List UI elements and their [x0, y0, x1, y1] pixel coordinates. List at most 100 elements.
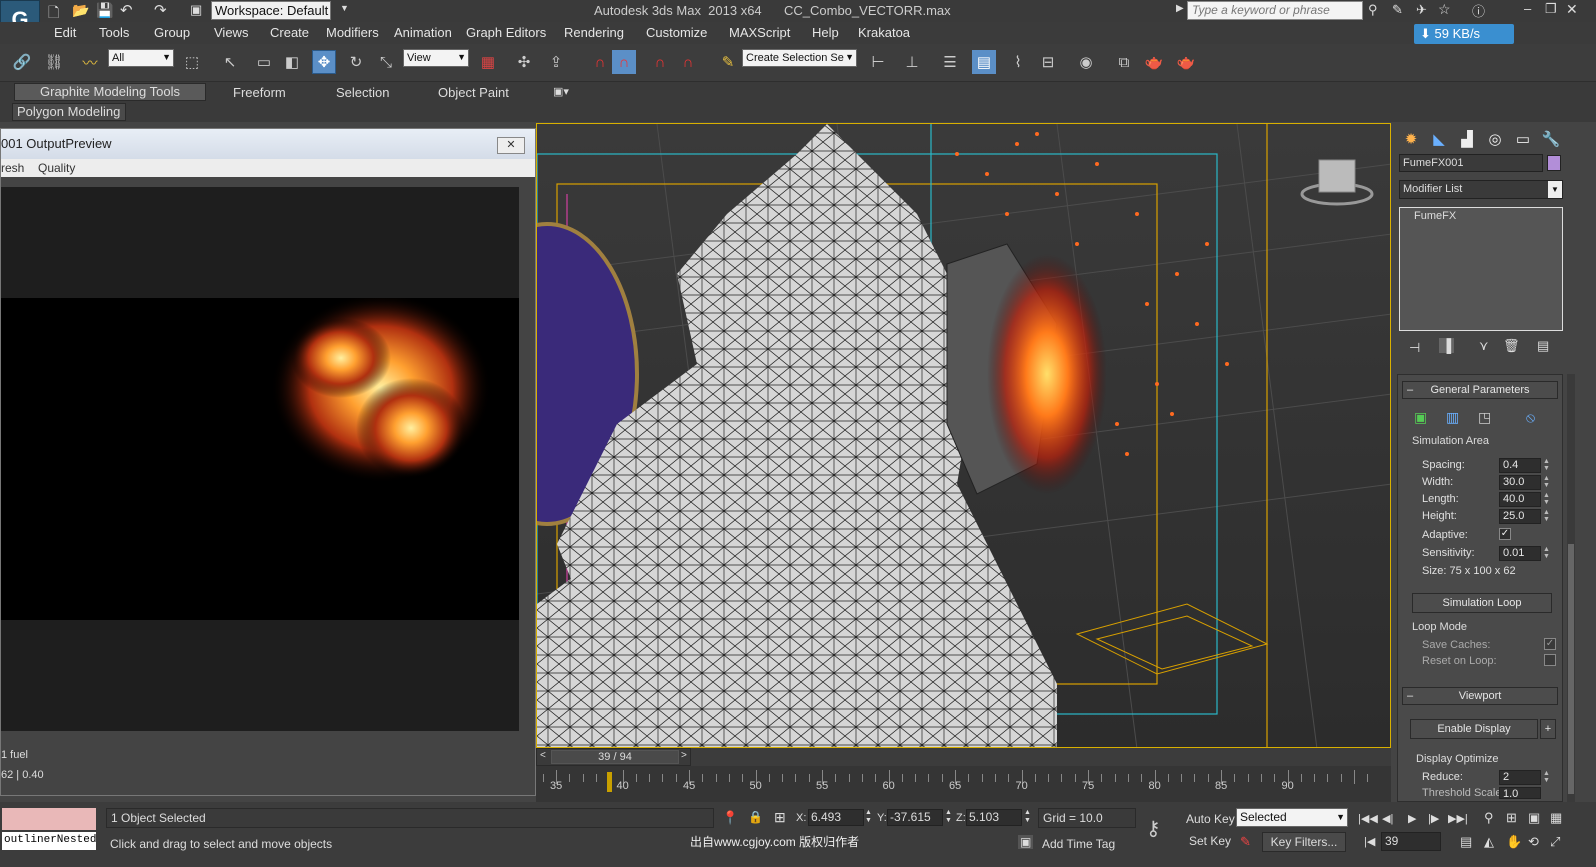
key-mode-dropdown[interactable]: Selected ▼ [1236, 808, 1348, 827]
z-coordinate-field[interactable]: 5.103 [966, 809, 1022, 826]
set-key-button[interactable]: Set Key [1189, 834, 1231, 848]
menu-animation[interactable]: Animation [394, 25, 452, 40]
menu-krakatoa[interactable]: Krakatoa [858, 25, 910, 40]
x-coordinate-field[interactable]: 6.493 [808, 809, 864, 826]
minimize-icon[interactable]: – [1524, 1, 1531, 16]
satellite-icon[interactable]: ✈ [1416, 2, 1427, 18]
pan-icon[interactable]: ✋ [1506, 834, 1522, 850]
bind-spacewarp-icon[interactable]: 〰 [78, 50, 102, 74]
reset-on-loop-checkbox[interactable] [1544, 654, 1556, 666]
modifier-stack[interactable]: FumeFX [1399, 207, 1563, 331]
menu-rendering[interactable]: Rendering [564, 25, 624, 40]
pin-stack-icon[interactable]: ⊣ [1409, 340, 1420, 356]
hierarchy-tab-icon[interactable]: ▟ [1455, 127, 1479, 151]
save-caches-checkbox[interactable]: ✓ [1544, 638, 1556, 650]
menu-tools[interactable]: Tools [99, 25, 129, 40]
layer-manager-icon[interactable]: ☰ [938, 50, 962, 74]
tools-icon[interactable]: ✎ [1392, 2, 1403, 18]
key-icon[interactable]: ⚷ [1146, 816, 1161, 841]
search-input[interactable]: Type a keyword or phrase [1187, 1, 1363, 20]
go-to-end-icon[interactable]: ▶▶| [1448, 812, 1468, 825]
select-move-icon[interactable]: ✥ [312, 50, 336, 74]
panel-scroll-thumb[interactable] [1568, 544, 1574, 794]
modifier-list-dropdown[interactable]: Modifier List ▼ [1399, 180, 1563, 199]
play-icon[interactable]: ▶ [1408, 812, 1416, 825]
add-time-tag[interactable]: Add Time Tag [1042, 837, 1115, 851]
render-setup-icon[interactable]: ⧉ [1112, 50, 1136, 74]
lock-selection-icon[interactable]: 🔒 [748, 810, 763, 824]
mirror-icon[interactable]: ⊢ [866, 50, 890, 74]
edit-named-selection-icon[interactable]: ✎ [716, 50, 740, 74]
time-config-icon[interactable]: ▤ [1460, 834, 1472, 850]
binoculars-icon[interactable]: ⚲ [1368, 2, 1378, 18]
window-crossing-icon[interactable]: ◧ [280, 50, 304, 74]
rect-selection-icon[interactable]: ▭ [252, 50, 276, 74]
menu-maxscript[interactable]: MAXScript [729, 25, 790, 40]
expand-arrow-icon[interactable]: ▶ [1176, 3, 1184, 14]
next-frame-icon[interactable]: |▶ [1428, 812, 1439, 825]
named-selection-dropdown[interactable]: Create Selection Se ▼ [742, 49, 857, 67]
maximize-viewport-icon[interactable]: ⤢ [1550, 834, 1560, 850]
display-tab-icon[interactable]: ▭ [1511, 127, 1535, 151]
stack-item-fumefx[interactable]: FumeFX [1414, 210, 1456, 222]
zoom-all-icon[interactable]: ⊞ [1506, 810, 1517, 826]
link-icon[interactable]: 🔗 [10, 50, 34, 74]
menu-help[interactable]: Help [812, 25, 839, 40]
time-slider[interactable]: < 39 / 94 > [536, 748, 691, 766]
zoom-extents-icon[interactable]: ▣ [1528, 810, 1540, 826]
angle-snap-icon[interactable]: ∩ [648, 50, 672, 74]
fov-icon[interactable]: ◭ [1484, 834, 1494, 850]
auto-key-button[interactable]: Auto Key [1186, 812, 1235, 826]
ribbon-tab-selection[interactable]: Selection [336, 85, 389, 100]
time-next-icon[interactable]: > [681, 750, 687, 761]
pivot-center-icon[interactable]: ▦ [476, 50, 500, 74]
ref-coord-dropdown[interactable]: View ▼ [403, 49, 469, 67]
zoom-extents-all-icon[interactable]: ▦ [1550, 810, 1562, 826]
workspace-dropdown[interactable]: Workspace: Default [211, 1, 331, 20]
key-filters-button[interactable]: Key Filters... [1262, 832, 1346, 852]
zoom-icon[interactable]: ⚲ [1484, 810, 1494, 826]
curve-editor-icon[interactable]: ⌇ [1006, 50, 1030, 74]
open-file-icon[interactable]: 📂 [72, 2, 89, 19]
simulation-loop-button[interactable]: Simulation Loop [1412, 593, 1552, 613]
project-icon[interactable]: ▣ [190, 2, 202, 18]
render-production-icon[interactable]: 🫖 [1174, 50, 1198, 74]
track-bar[interactable]: 35 40 45 50 55 60 65 70 75 80 85 90 [536, 766, 1391, 802]
spinner-arrows-icon[interactable]: ▲ ▼ [1543, 458, 1551, 473]
show-end-result-icon[interactable]: ▐ [1439, 338, 1455, 353]
threshold-scale-spinner[interactable]: 1.0 [1499, 787, 1541, 799]
spinner-arrows-icon[interactable]: ▲ ▼ [1543, 546, 1551, 561]
render-icon[interactable]: ◳ [1478, 409, 1491, 426]
spinner-arrows-icon[interactable]: ▲ ▼ [1543, 492, 1551, 507]
redo-icon[interactable]: ↷ [154, 1, 167, 19]
menu-customize[interactable]: Customize [646, 25, 707, 40]
absolute-mode-icon[interactable]: ⊞ [774, 809, 786, 826]
default-tangents-icon[interactable]: ✎ [1240, 834, 1251, 850]
output-menu-quality[interactable]: Quality [38, 159, 75, 177]
schematic-view-icon[interactable]: ⊟ [1036, 50, 1060, 74]
render-frame-icon[interactable]: 🫖 [1142, 50, 1166, 74]
spinner-arrows-icon[interactable]: ▲ ▼ [945, 809, 952, 825]
snap-3d-icon[interactable]: ∩ [612, 50, 636, 74]
align-icon[interactable]: ⊥ [900, 50, 924, 74]
menu-views[interactable]: Views [214, 25, 248, 40]
link-object-icon[interactable]: ⦸ [1526, 409, 1535, 426]
output-close-icon[interactable]: ✕ [497, 137, 525, 154]
motion-tab-icon[interactable]: ◎ [1483, 127, 1507, 151]
time-tag-icon[interactable]: ▣ [1018, 835, 1034, 849]
utilities-tab-icon[interactable]: 🔧 [1539, 127, 1563, 151]
menu-edit[interactable]: Edit [54, 25, 76, 40]
ribbon-tab-graphite[interactable]: Graphite Modeling Tools [14, 83, 206, 101]
menu-modifiers[interactable]: Modifiers [326, 25, 379, 40]
ribbon-tab-freeform[interactable]: Freeform [233, 85, 286, 100]
spinner-arrows-icon[interactable]: ▲ ▼ [1543, 770, 1551, 785]
selection-filter-dropdown[interactable]: All ▼ [108, 49, 174, 67]
close-icon[interactable]: ✕ [1566, 1, 1578, 18]
cache-icon[interactable]: ▥ [1446, 409, 1459, 426]
remove-modifier-icon[interactable]: 🗑 [1503, 338, 1520, 354]
output-window-titlebar[interactable]: 001 OutputPreview ✕ [1, 129, 535, 159]
configure-sets-icon[interactable]: ▤ [1537, 338, 1549, 354]
undo-icon[interactable]: ↶ [120, 1, 133, 19]
object-name-field[interactable]: FumeFX001 [1399, 154, 1543, 172]
snap-2d-icon[interactable]: ∩ [588, 50, 612, 74]
